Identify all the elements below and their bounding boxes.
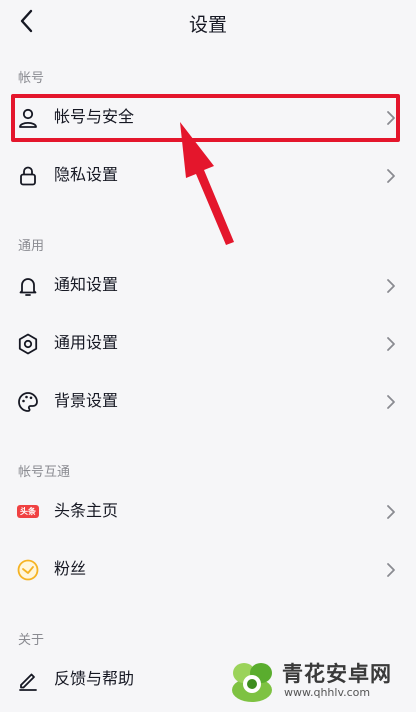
toutiao-logo-icon: 头条 — [17, 505, 39, 518]
section-label-general: 通用 — [18, 239, 45, 254]
chevron-right-icon — [387, 563, 395, 577]
pencil-icon — [19, 673, 37, 691]
watermark-name: 青花安卓网 — [282, 662, 392, 686]
section-label-about: 关于 — [18, 633, 45, 648]
menu-item-toutiao-home[interactable]: 头条 头条主页 — [0, 484, 416, 540]
page-title: 设置 — [188, 14, 227, 36]
menu-item-label: 隐私设置 — [54, 165, 119, 184]
menu-item-label: 反馈与帮助 — [54, 669, 135, 688]
red-arrow-annotation — [180, 122, 234, 245]
lock-icon — [20, 166, 36, 186]
chevron-right-icon — [387, 169, 395, 183]
menu-item-label: 通知设置 — [54, 275, 119, 294]
menu-item-label: 粉丝 — [54, 559, 87, 578]
chevron-right-icon — [387, 279, 395, 293]
watermark-url: www.qhhlv.com — [284, 686, 371, 699]
gear-icon — [18, 333, 38, 355]
menu-item-general-settings[interactable]: 通用设置 — [0, 316, 416, 372]
fans-icon — [17, 559, 39, 581]
menu-item-label: 头条主页 — [54, 501, 119, 520]
menu-item-label: 背景设置 — [54, 391, 119, 410]
chevron-right-icon — [387, 395, 395, 409]
watermark: 青花安卓网 www.qhhlv.com — [224, 656, 410, 708]
section-label-account-link: 帐号互通 — [18, 465, 71, 480]
chevron-right-icon — [387, 337, 395, 351]
chevron-right-icon — [387, 505, 395, 519]
section-label-account: 帐号 — [18, 71, 45, 86]
menu-item-background[interactable]: 背景设置 — [0, 374, 416, 430]
menu-item-label: 通用设置 — [54, 333, 119, 352]
header-bar: 设置 — [0, 0, 416, 46]
palette-icon — [18, 392, 38, 412]
watermark-logo-icon — [232, 663, 272, 702]
bell-icon — [19, 278, 37, 296]
menu-item-fans[interactable]: 粉丝 — [0, 542, 416, 598]
menu-item-notifications[interactable]: 通知设置 — [0, 258, 416, 314]
